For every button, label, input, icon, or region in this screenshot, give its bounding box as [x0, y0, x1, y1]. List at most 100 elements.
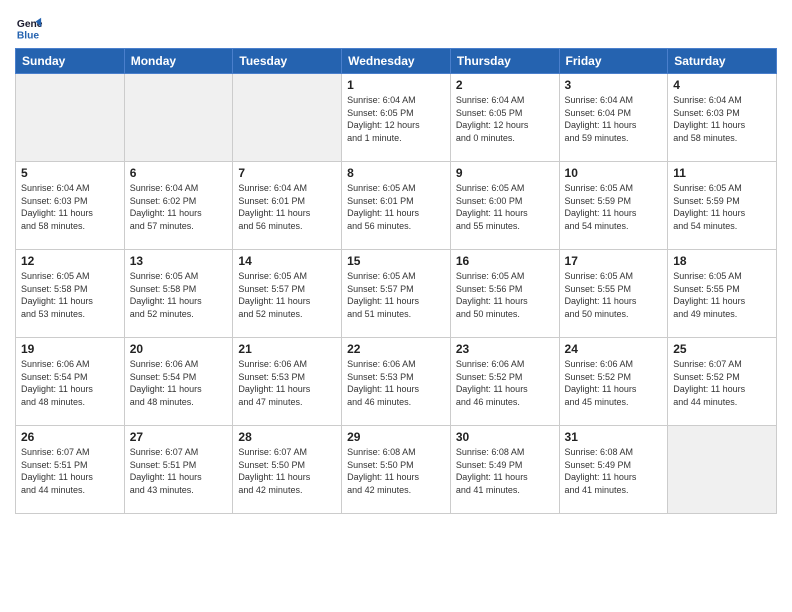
- header-area: General Blue: [15, 10, 777, 42]
- calendar-week-4: 19 Sunrise: 6:06 AM Sunset: 5:54 PM Dayli…: [16, 338, 777, 426]
- day-number: 3: [565, 78, 663, 92]
- calendar-week-1: 1 Sunrise: 6:04 AM Sunset: 6:05 PM Daylig…: [16, 74, 777, 162]
- day-number: 8: [347, 166, 445, 180]
- day-number: 9: [456, 166, 554, 180]
- cell-info: Sunrise: 6:04 AM Sunset: 6:03 PM Dayligh…: [673, 94, 771, 144]
- calendar-cell: 24 Sunrise: 6:06 AM Sunset: 5:52 PM Dayli…: [559, 338, 668, 426]
- cell-info: Sunrise: 6:04 AM Sunset: 6:05 PM Dayligh…: [456, 94, 554, 144]
- day-number: 29: [347, 430, 445, 444]
- weekday-header-row: SundayMondayTuesdayWednesdayThursdayFrid…: [16, 49, 777, 74]
- cell-info: Sunrise: 6:06 AM Sunset: 5:53 PM Dayligh…: [347, 358, 445, 408]
- calendar-cell: 6 Sunrise: 6:04 AM Sunset: 6:02 PM Daylig…: [124, 162, 233, 250]
- weekday-header-monday: Monday: [124, 49, 233, 74]
- cell-info: Sunrise: 6:04 AM Sunset: 6:01 PM Dayligh…: [238, 182, 336, 232]
- day-number: 26: [21, 430, 119, 444]
- cell-info: Sunrise: 6:05 AM Sunset: 6:01 PM Dayligh…: [347, 182, 445, 232]
- calendar-cell: 13 Sunrise: 6:05 AM Sunset: 5:58 PM Dayli…: [124, 250, 233, 338]
- calendar-cell: 23 Sunrise: 6:06 AM Sunset: 5:52 PM Dayli…: [450, 338, 559, 426]
- cell-info: Sunrise: 6:05 AM Sunset: 5:58 PM Dayligh…: [21, 270, 119, 320]
- weekday-header-sunday: Sunday: [16, 49, 125, 74]
- cell-info: Sunrise: 6:05 AM Sunset: 6:00 PM Dayligh…: [456, 182, 554, 232]
- day-number: 27: [130, 430, 228, 444]
- day-number: 19: [21, 342, 119, 356]
- cell-info: Sunrise: 6:07 AM Sunset: 5:52 PM Dayligh…: [673, 358, 771, 408]
- calendar-cell: 18Sunrise: 6:05 AM Sunset: 5:55 PM Dayli…: [668, 250, 777, 338]
- calendar-cell: 5Sunrise: 6:04 AM Sunset: 6:03 PM Daylig…: [16, 162, 125, 250]
- day-number: 23: [456, 342, 554, 356]
- calendar-cell: 28Sunrise: 6:07 AM Sunset: 5:50 PM Dayli…: [233, 426, 342, 514]
- cell-info: Sunrise: 6:07 AM Sunset: 5:51 PM Dayligh…: [130, 446, 228, 496]
- weekday-header-thursday: Thursday: [450, 49, 559, 74]
- day-number: 2: [456, 78, 554, 92]
- day-number: 14: [238, 254, 336, 268]
- day-number: 24: [565, 342, 663, 356]
- cell-info: Sunrise: 6:05 AM Sunset: 5:56 PM Dayligh…: [456, 270, 554, 320]
- calendar-cell: 1Sunrise: 6:04 AM Sunset: 6:05 PM Daylig…: [342, 74, 451, 162]
- cell-info: Sunrise: 6:05 AM Sunset: 5:57 PM Dayligh…: [347, 270, 445, 320]
- calendar-cell: 4 Sunrise: 6:04 AM Sunset: 6:03 PM Daylig…: [668, 74, 777, 162]
- calendar-cell: 21 Sunrise: 6:06 AM Sunset: 5:53 PM Dayli…: [233, 338, 342, 426]
- day-number: 6: [130, 166, 228, 180]
- day-number: 28: [238, 430, 336, 444]
- cell-info: Sunrise: 6:06 AM Sunset: 5:54 PM Dayligh…: [21, 358, 119, 408]
- logo: General Blue: [15, 14, 43, 42]
- cell-info: Sunrise: 6:06 AM Sunset: 5:52 PM Dayligh…: [456, 358, 554, 408]
- page: General Blue SundayMondayTuesdayWednesda…: [0, 0, 792, 524]
- calendar-cell: 14 Sunrise: 6:05 AM Sunset: 5:57 PM Dayli…: [233, 250, 342, 338]
- calendar-cell: 25 Sunrise: 6:07 AM Sunset: 5:52 PM Dayli…: [668, 338, 777, 426]
- calendar-week-2: 5Sunrise: 6:04 AM Sunset: 6:03 PM Daylig…: [16, 162, 777, 250]
- cell-info: Sunrise: 6:06 AM Sunset: 5:53 PM Dayligh…: [238, 358, 336, 408]
- calendar-cell: 9 Sunrise: 6:05 AM Sunset: 6:00 PM Daylig…: [450, 162, 559, 250]
- day-number: 31: [565, 430, 663, 444]
- day-number: 17: [565, 254, 663, 268]
- day-number: 25: [673, 342, 771, 356]
- day-number: 4: [673, 78, 771, 92]
- calendar-cell: 8 Sunrise: 6:05 AM Sunset: 6:01 PM Daylig…: [342, 162, 451, 250]
- calendar-cell: 22Sunrise: 6:06 AM Sunset: 5:53 PM Dayli…: [342, 338, 451, 426]
- calendar-cell: 2 Sunrise: 6:04 AM Sunset: 6:05 PM Daylig…: [450, 74, 559, 162]
- cell-info: Sunrise: 6:05 AM Sunset: 5:55 PM Dayligh…: [565, 270, 663, 320]
- cell-info: Sunrise: 6:05 AM Sunset: 5:59 PM Dayligh…: [673, 182, 771, 232]
- day-number: 1: [347, 78, 445, 92]
- calendar-cell: [124, 74, 233, 162]
- logo-icon: General Blue: [15, 14, 43, 42]
- cell-info: Sunrise: 6:04 AM Sunset: 6:02 PM Dayligh…: [130, 182, 228, 232]
- calendar-week-3: 12 Sunrise: 6:05 AM Sunset: 5:58 PM Dayli…: [16, 250, 777, 338]
- day-number: 15: [347, 254, 445, 268]
- day-number: 18: [673, 254, 771, 268]
- calendar-cell: 27 Sunrise: 6:07 AM Sunset: 5:51 PM Dayli…: [124, 426, 233, 514]
- calendar-cell: 16 Sunrise: 6:05 AM Sunset: 5:56 PM Dayli…: [450, 250, 559, 338]
- calendar-cell: 30 Sunrise: 6:08 AM Sunset: 5:49 PM Dayli…: [450, 426, 559, 514]
- calendar-cell: 3 Sunrise: 6:04 AM Sunset: 6:04 PM Daylig…: [559, 74, 668, 162]
- day-number: 7: [238, 166, 336, 180]
- calendar-table: SundayMondayTuesdayWednesdayThursdayFrid…: [15, 48, 777, 514]
- calendar-cell: 15 Sunrise: 6:05 AM Sunset: 5:57 PM Dayli…: [342, 250, 451, 338]
- weekday-header-saturday: Saturday: [668, 49, 777, 74]
- cell-info: Sunrise: 6:05 AM Sunset: 5:57 PM Dayligh…: [238, 270, 336, 320]
- day-number: 21: [238, 342, 336, 356]
- day-number: 20: [130, 342, 228, 356]
- weekday-header-friday: Friday: [559, 49, 668, 74]
- day-number: 13: [130, 254, 228, 268]
- cell-info: Sunrise: 6:04 AM Sunset: 6:04 PM Dayligh…: [565, 94, 663, 144]
- cell-info: Sunrise: 6:08 AM Sunset: 5:49 PM Dayligh…: [456, 446, 554, 496]
- day-number: 16: [456, 254, 554, 268]
- calendar-cell: 19 Sunrise: 6:06 AM Sunset: 5:54 PM Dayli…: [16, 338, 125, 426]
- cell-info: Sunrise: 6:05 AM Sunset: 5:58 PM Dayligh…: [130, 270, 228, 320]
- calendar-week-5: 26 Sunrise: 6:07 AM Sunset: 5:51 PM Dayli…: [16, 426, 777, 514]
- cell-info: Sunrise: 6:08 AM Sunset: 5:49 PM Dayligh…: [565, 446, 663, 496]
- weekday-header-tuesday: Tuesday: [233, 49, 342, 74]
- calendar-cell: [16, 74, 125, 162]
- calendar-cell: [668, 426, 777, 514]
- day-number: 30: [456, 430, 554, 444]
- day-number: 11: [673, 166, 771, 180]
- day-number: 12: [21, 254, 119, 268]
- cell-info: Sunrise: 6:08 AM Sunset: 5:50 PM Dayligh…: [347, 446, 445, 496]
- calendar-cell: 12 Sunrise: 6:05 AM Sunset: 5:58 PM Dayli…: [16, 250, 125, 338]
- svg-text:Blue: Blue: [17, 30, 40, 41]
- cell-info: Sunrise: 6:06 AM Sunset: 5:52 PM Dayligh…: [565, 358, 663, 408]
- calendar-cell: 26 Sunrise: 6:07 AM Sunset: 5:51 PM Dayli…: [16, 426, 125, 514]
- weekday-header-wednesday: Wednesday: [342, 49, 451, 74]
- cell-info: Sunrise: 6:07 AM Sunset: 5:51 PM Dayligh…: [21, 446, 119, 496]
- calendar-cell: 20Sunrise: 6:06 AM Sunset: 5:54 PM Dayli…: [124, 338, 233, 426]
